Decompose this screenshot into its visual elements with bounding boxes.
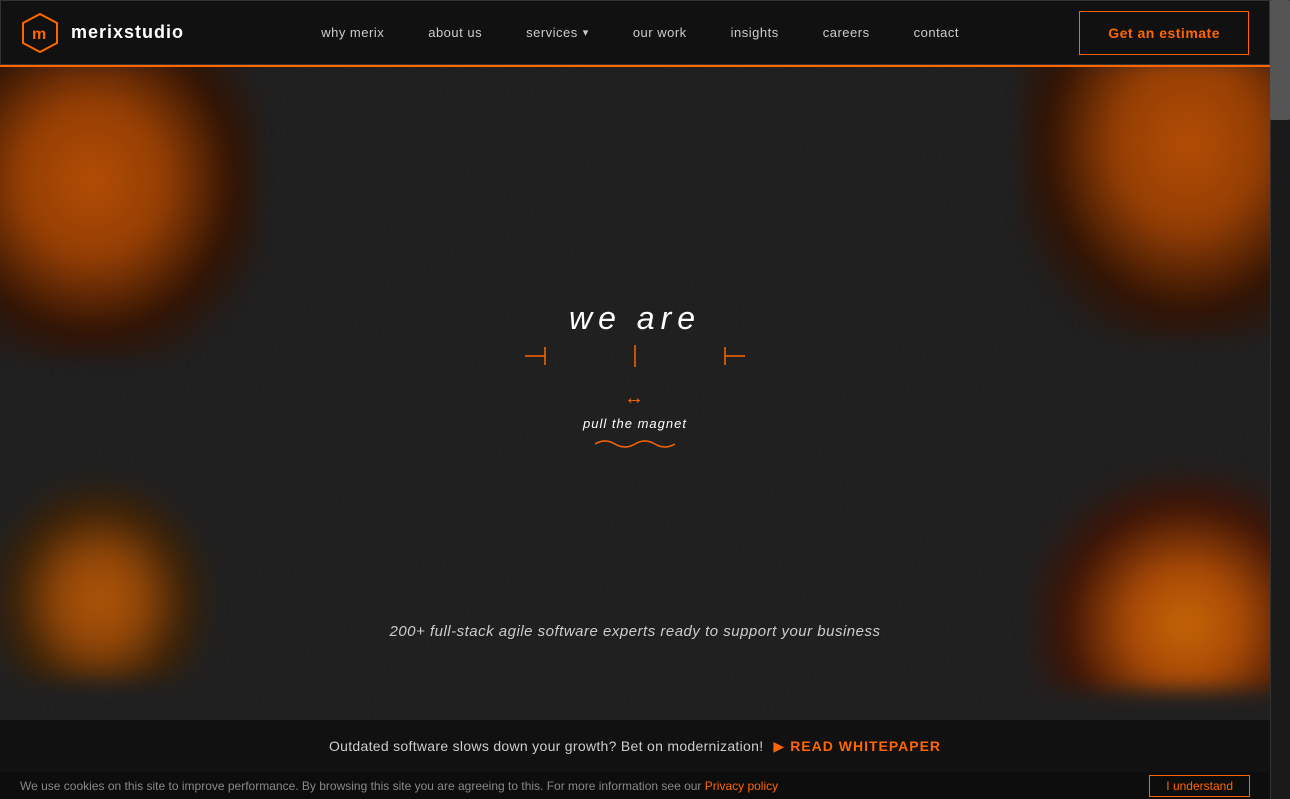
- nav-link-why-merix[interactable]: why merix: [299, 0, 406, 65]
- cookie-bar: We use cookies on this site to improve p…: [0, 772, 1270, 799]
- logo-area[interactable]: m merixstudio: [1, 12, 201, 54]
- banner-text: Outdated software slows down your growth…: [329, 738, 763, 754]
- pull-magnet-text: pull the magnet: [583, 416, 687, 431]
- banner-play-icon: ▶: [773, 738, 784, 755]
- nav-links: why merix about us services our work ins…: [201, 0, 1079, 65]
- bracket-svg: [525, 345, 745, 367]
- nav-link-about-us[interactable]: about us: [406, 0, 504, 65]
- logo-text: merixstudio: [71, 22, 184, 43]
- hero-section: we are ↔ pull the magnet 200+ full-st: [0, 0, 1270, 720]
- nav-link-our-work[interactable]: our work: [611, 0, 709, 65]
- nav-link-insights[interactable]: insights: [709, 0, 801, 65]
- scrollbar-thumb[interactable]: [1270, 0, 1290, 120]
- banner-link-text[interactable]: READ WHITEPAPER: [790, 738, 941, 754]
- hero-content: we are ↔ pull the magnet 200+ full-st: [0, 0, 1270, 720]
- hero-we-are-text: we are: [569, 300, 701, 337]
- hero-tagline: 200+ full-stack agile software experts r…: [390, 623, 881, 640]
- privacy-policy-link[interactable]: Privacy policy: [705, 779, 778, 793]
- get-estimate-button[interactable]: Get an estimate: [1079, 11, 1249, 55]
- magnet-area[interactable]: ↔ pull the magnet: [583, 387, 687, 451]
- logo-icon: m: [19, 12, 61, 54]
- nav-link-careers[interactable]: careers: [801, 0, 892, 65]
- cookie-text: We use cookies on this site to improve p…: [20, 779, 1129, 793]
- nav-link-contact[interactable]: contact: [892, 0, 981, 65]
- svg-text:m: m: [32, 26, 46, 43]
- scrollbar-track[interactable]: [1270, 0, 1290, 799]
- hero-bracket: [525, 345, 745, 367]
- navbar: m merixstudio why merix about us service…: [0, 0, 1270, 65]
- wave-icon: [595, 437, 675, 451]
- cookie-accept-button[interactable]: I understand: [1149, 775, 1250, 797]
- banner-cta[interactable]: ▶ READ WHITEPAPER: [773, 738, 941, 755]
- bottom-banner: Outdated software slows down your growth…: [0, 720, 1270, 772]
- nav-orange-line: [0, 65, 1270, 67]
- magnet-arrow-icon: ↔: [624, 387, 646, 410]
- nav-link-services[interactable]: services: [504, 0, 611, 65]
